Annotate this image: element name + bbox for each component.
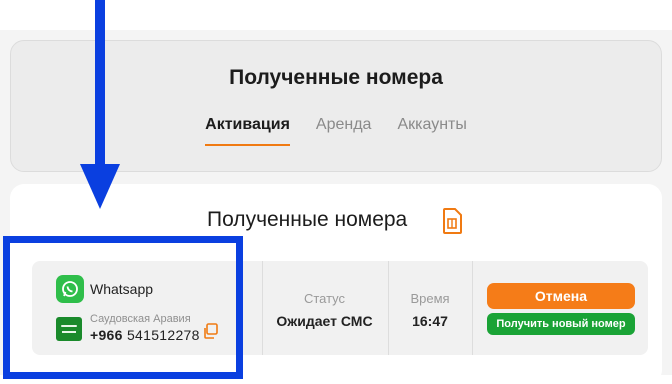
column-divider	[472, 261, 473, 355]
page-title: Полученные номера	[229, 66, 443, 89]
column-divider	[388, 261, 389, 355]
column-divider	[262, 261, 263, 355]
numbers-header-card: Полученные номера Активация Аренда Аккау…	[10, 40, 662, 172]
tab-accounts[interactable]: Аккаунты	[397, 116, 466, 146]
sim-card-icon	[443, 208, 462, 234]
tab-activation[interactable]: Активация	[205, 116, 290, 146]
tab-bar: Активация Аренда Аккаунты	[11, 116, 661, 146]
time-value: 16:47	[412, 313, 448, 329]
annotation-highlight-box	[3, 236, 243, 379]
section-title: Полученные номера	[207, 208, 408, 231]
status-label: Статус	[303, 291, 346, 306]
status-value: Ожидает СМС	[276, 313, 373, 329]
get-new-number-button[interactable]: Получить новый номер	[487, 313, 635, 335]
tab-rent[interactable]: Аренда	[316, 116, 372, 146]
annotation-arrow-head	[80, 164, 120, 209]
cancel-button[interactable]: Отмена	[487, 283, 635, 309]
time-label: Время	[410, 291, 450, 306]
annotation-arrow-shaft	[95, 0, 105, 170]
